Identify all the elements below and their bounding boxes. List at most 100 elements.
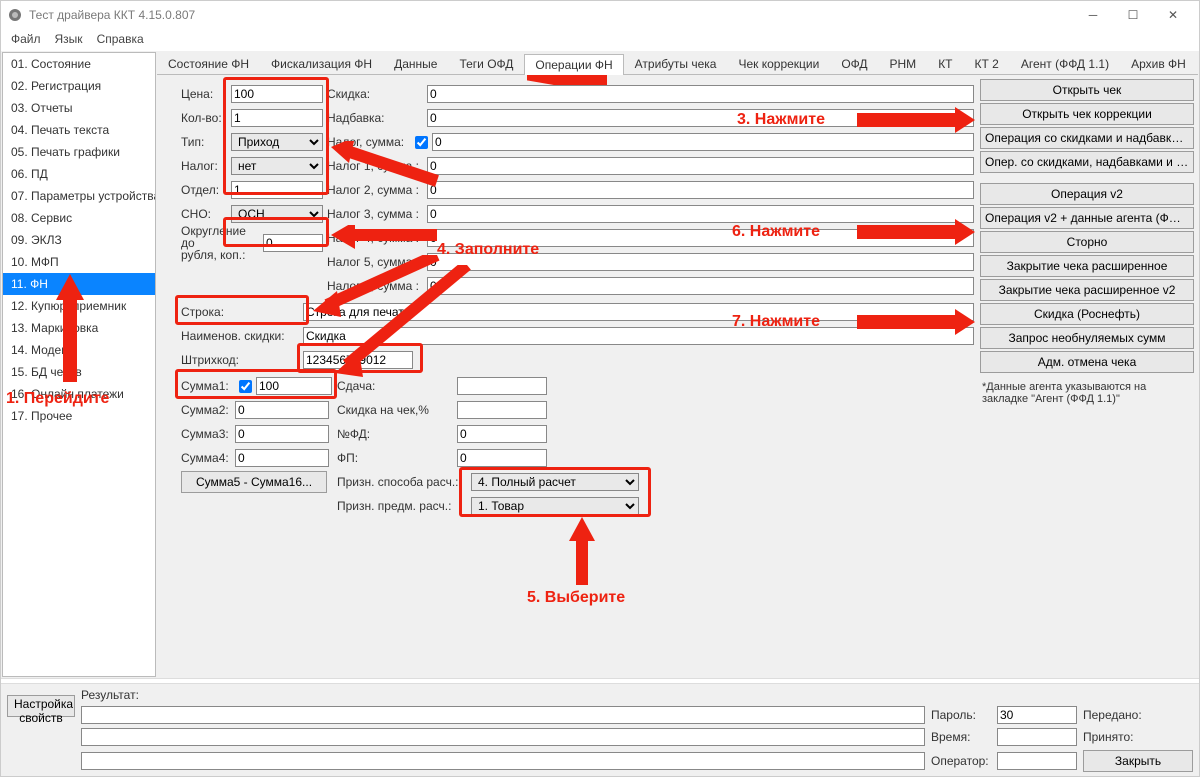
close-button[interactable]: Закрыть	[1083, 750, 1193, 772]
recv-field[interactable]	[81, 752, 925, 770]
oper-field[interactable]	[997, 752, 1077, 770]
tax2-input[interactable]	[427, 181, 974, 199]
sidebar-item-2[interactable]: 03. Отчеты	[3, 97, 155, 119]
tab-12[interactable]: Архив ФН	[1120, 53, 1197, 74]
sidebar-item-0[interactable]: 01. Состояние	[3, 53, 155, 75]
sidebar-item-14[interactable]: 15. БД чеков	[3, 361, 155, 383]
operation-v2-button[interactable]: Операция v2	[980, 183, 1194, 205]
sidebar-item-11[interactable]: 12. Купюроприемник	[3, 295, 155, 317]
tab-2[interactable]: Данные	[383, 53, 448, 74]
sno-select[interactable]: ОСН	[231, 205, 323, 223]
tax6-input[interactable]	[427, 277, 974, 295]
tab-11[interactable]: Агент (ФФД 1.1)	[1010, 53, 1120, 74]
tax-select[interactable]: нет	[231, 157, 323, 175]
tab-10[interactable]: КТ 2	[964, 53, 1010, 74]
pay-subj-select[interactable]: 1. Товар	[471, 497, 639, 515]
result-label: Результат:	[81, 688, 925, 702]
pay-subj-label: Призн. предм. расч.:	[337, 499, 471, 513]
sidebar-item-16[interactable]: 17. Прочее	[3, 405, 155, 427]
tax4-input[interactable]	[427, 229, 974, 247]
tab-4[interactable]: Операции ФН	[524, 54, 623, 75]
fd-input[interactable]	[457, 425, 547, 443]
sidebar-item-3[interactable]: 04. Печать текста	[3, 119, 155, 141]
open-check-button[interactable]: Открыть чек	[980, 79, 1194, 101]
barcode-input[interactable]	[303, 351, 413, 369]
pwd-field[interactable]	[997, 706, 1077, 724]
rosneft-discount-button[interactable]: Скидка (Роснефть)	[980, 303, 1194, 325]
tab-6[interactable]: Чек коррекции	[727, 53, 830, 74]
sidebar-item-6[interactable]: 07. Параметры устройства	[3, 185, 155, 207]
tax5-input[interactable]	[427, 253, 974, 271]
close-check-ext-button[interactable]: Закрытие чека расширенное	[980, 255, 1194, 277]
fp-input[interactable]	[457, 449, 547, 467]
minimize-button[interactable]: ─	[1073, 1, 1113, 29]
tab-8[interactable]: РНМ	[879, 53, 928, 74]
props-button[interactable]: Настройка свойств	[7, 695, 75, 717]
sidebar-item-5[interactable]: 06. ПД	[3, 163, 155, 185]
sum3-input[interactable]	[235, 425, 329, 443]
tax-sum-check[interactable]	[415, 136, 428, 149]
chk-disc-input[interactable]	[457, 401, 547, 419]
sum1-input[interactable]	[256, 377, 332, 395]
price-input[interactable]	[231, 85, 323, 103]
sidebar-item-15[interactable]: 16. Онлайн платежи	[3, 383, 155, 405]
sidebar-item-9[interactable]: 10. МФП	[3, 251, 155, 273]
fd-label: №ФД:	[337, 427, 457, 441]
surcharge-input[interactable]	[427, 109, 974, 127]
close-window-button[interactable]: ✕	[1153, 1, 1193, 29]
adm-cancel-button[interactable]: Адм. отмена чека	[980, 351, 1194, 373]
pay-method-select[interactable]: 4. Полный расчет	[471, 473, 639, 491]
sum-more-button[interactable]: Сумма5 - Сумма16...	[181, 471, 327, 493]
tab-7[interactable]: ОФД	[830, 53, 878, 74]
round-input[interactable]	[263, 234, 323, 252]
nonreset-sums-button[interactable]: Запрос необнуляемых сумм	[980, 327, 1194, 349]
sidebar-item-1[interactable]: 02. Регистрация	[3, 75, 155, 97]
tax3-label: Налог 3, сумма :	[327, 207, 427, 221]
op-discounts-tax-button[interactable]: Опер. со скидками, надбавками и налогом	[980, 151, 1194, 173]
menu-lang[interactable]: Язык	[55, 32, 83, 46]
tab-9[interactable]: КТ	[927, 53, 963, 74]
agent-note: *Данные агента указываются на закладке "…	[980, 381, 1194, 405]
type-select[interactable]: Приход	[231, 133, 323, 151]
tab-5[interactable]: Атрибуты чека	[624, 53, 728, 74]
qty-label: Кол-во:	[181, 111, 231, 125]
tab-1[interactable]: Фискализация ФН	[260, 53, 383, 74]
storno-button[interactable]: Сторно	[980, 231, 1194, 253]
dept-label: Отдел:	[181, 183, 231, 197]
tax3-input[interactable]	[427, 205, 974, 223]
qty-input[interactable]	[231, 109, 323, 127]
sidebar-item-7[interactable]: 08. Сервис	[3, 207, 155, 229]
tax1-input[interactable]	[427, 157, 974, 175]
change-input[interactable]	[457, 377, 547, 395]
close-check-ext-v2-button[interactable]: Закрытие чека расширенное v2	[980, 279, 1194, 301]
open-correction-button[interactable]: Открыть чек коррекции	[980, 103, 1194, 125]
maximize-button[interactable]: ☐	[1113, 1, 1153, 29]
sno-label: СНО:	[181, 207, 231, 221]
menu-help[interactable]: Справка	[97, 32, 144, 46]
operation-v2-agent-button[interactable]: Операция v2 + данные агента (ФФД 1.1)*	[980, 207, 1194, 229]
line-input[interactable]	[303, 303, 974, 321]
tab-3[interactable]: Теги ОФД	[448, 53, 524, 74]
sidebar-item-12[interactable]: 13. Маркировка	[3, 317, 155, 339]
sum4-input[interactable]	[235, 449, 329, 467]
sum1-check[interactable]	[239, 380, 252, 393]
disc-name-input[interactable]	[303, 327, 974, 345]
sum1-label: Сумма1:	[181, 379, 235, 393]
result-field[interactable]	[81, 706, 925, 724]
sidebar-item-10[interactable]: 11. ФН	[3, 273, 155, 295]
sidebar-item-8[interactable]: 09. ЭКЛЗ	[3, 229, 155, 251]
sum2-input[interactable]	[235, 401, 329, 419]
menu-file[interactable]: Файл	[11, 32, 41, 46]
time-field[interactable]	[997, 728, 1077, 746]
discount-input[interactable]	[427, 85, 974, 103]
fp-label: ФП:	[337, 451, 457, 465]
pwd-label: Пароль:	[931, 708, 991, 722]
titlebar: Тест драйвера ККТ 4.15.0.807 ─ ☐ ✕	[1, 1, 1199, 29]
sidebar-item-13[interactable]: 14. Модем	[3, 339, 155, 361]
op-discounts-button[interactable]: Операция со скидками и надбавками	[980, 127, 1194, 149]
tab-0[interactable]: Состояние ФН	[157, 53, 260, 74]
tax-sum-input[interactable]	[432, 133, 974, 151]
sent-field[interactable]	[81, 728, 925, 746]
dept-spin[interactable]	[231, 181, 323, 199]
sidebar-item-4[interactable]: 05. Печать графики	[3, 141, 155, 163]
